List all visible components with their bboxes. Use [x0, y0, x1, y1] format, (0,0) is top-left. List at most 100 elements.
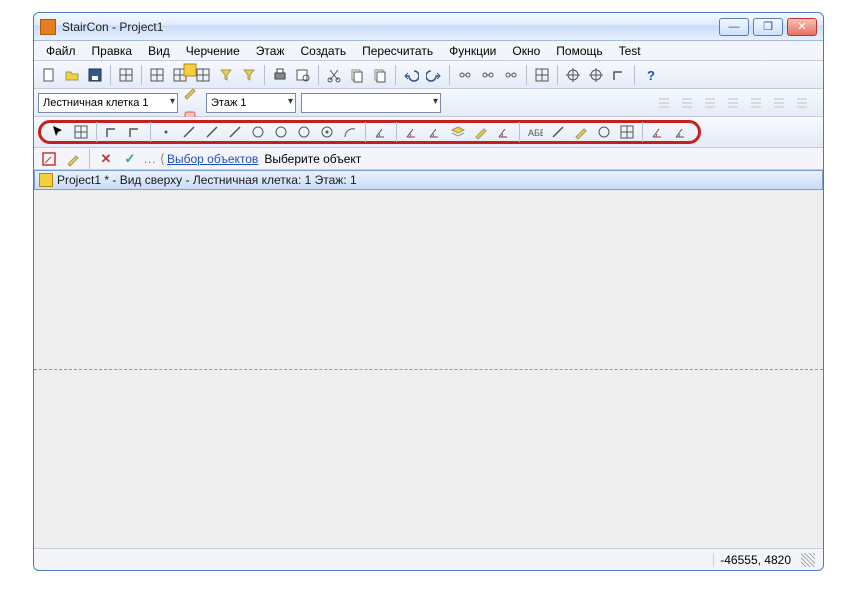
- help-icon[interactable]: ?: [639, 64, 661, 86]
- preview-icon[interactable]: [292, 64, 314, 86]
- separator-icon: [110, 65, 111, 85]
- new-icon[interactable]: [38, 64, 60, 86]
- drawing-toolbar-highlighted: АБВ: [38, 120, 701, 144]
- circle2-icon[interactable]: [270, 121, 292, 143]
- erase-circle-icon[interactable]: [593, 121, 615, 143]
- separator-icon: [526, 65, 527, 85]
- titlebar[interactable]: StairCon - Project1 — ❐ ✕: [34, 13, 823, 41]
- measure-icon[interactable]: [670, 121, 692, 143]
- floor-dropdown[interactable]: Этаж 1: [206, 93, 296, 113]
- align-center-icon[interactable]: [676, 92, 698, 114]
- corner-icon[interactable]: [608, 64, 630, 86]
- angle-a-icon[interactable]: [401, 121, 423, 143]
- guide-line: [34, 369, 823, 370]
- arc-icon[interactable]: [339, 121, 361, 143]
- angle-mark-icon[interactable]: [493, 121, 515, 143]
- menu-создать[interactable]: Создать: [292, 42, 354, 60]
- link2-icon[interactable]: [477, 64, 499, 86]
- separator-icon: [96, 122, 97, 142]
- copy-icon[interactable]: [346, 64, 368, 86]
- pencil-icon[interactable]: [470, 121, 492, 143]
- circle1-icon[interactable]: [247, 121, 269, 143]
- minimize-button[interactable]: —: [719, 18, 749, 36]
- save-icon[interactable]: [84, 64, 106, 86]
- back-arrow-icon[interactable]: … ⟨: [143, 148, 165, 170]
- filter-icon[interactable]: [215, 64, 237, 86]
- edit-box-icon[interactable]: [38, 148, 60, 170]
- line2-icon[interactable]: [201, 121, 223, 143]
- selection-status-row: ✕ ✓ … ⟨ Выбор объектов Выберите объект: [34, 148, 823, 170]
- paste-icon[interactable]: [369, 64, 391, 86]
- separator-icon: [634, 65, 635, 85]
- cone-icon[interactable]: [238, 64, 260, 86]
- circle3-icon[interactable]: [293, 121, 315, 143]
- separator-icon: [395, 65, 396, 85]
- grid1-icon[interactable]: [146, 64, 168, 86]
- target-icon[interactable]: [316, 121, 338, 143]
- menu-вид[interactable]: Вид: [140, 42, 178, 60]
- distribute-icon[interactable]: [745, 92, 767, 114]
- window-title: StairCon - Project1: [62, 20, 163, 34]
- link1-icon[interactable]: [454, 64, 476, 86]
- layers-icon[interactable]: [447, 121, 469, 143]
- cursor-coordinates: -46555, 4820: [713, 553, 797, 567]
- xline-icon[interactable]: [224, 121, 246, 143]
- menu-правка[interactable]: Правка: [84, 42, 141, 60]
- corner-b-icon[interactable]: [124, 121, 146, 143]
- menubar: ФайлПравкаВидЧерчениеЭтажСоздатьПересчит…: [34, 41, 823, 61]
- align-v-icon[interactable]: [768, 92, 790, 114]
- close-button[interactable]: ✕: [787, 18, 817, 36]
- separator-icon: [89, 149, 90, 169]
- sel-yellow-icon[interactable]: [179, 59, 201, 81]
- selection-mode-link[interactable]: Выбор объектов: [167, 152, 258, 166]
- maximize-button[interactable]: ❐: [753, 18, 783, 36]
- confirm-check-icon[interactable]: ✓: [119, 148, 141, 170]
- document-titlebar[interactable]: Project1 * - Вид сверху - Лестничная кле…: [34, 170, 823, 190]
- cut-icon[interactable]: [323, 64, 345, 86]
- pointer-icon[interactable]: [47, 121, 69, 143]
- corner-a-icon[interactable]: [101, 121, 123, 143]
- angle-b-icon[interactable]: [424, 121, 446, 143]
- resize-grip-icon[interactable]: [801, 553, 815, 567]
- snap-grid-icon[interactable]: [70, 121, 92, 143]
- stairwell-dropdown[interactable]: Лестничная клетка 1: [38, 93, 178, 113]
- perp-icon[interactable]: [370, 121, 392, 143]
- zigzag-icon[interactable]: [647, 121, 669, 143]
- redo-icon[interactable]: [423, 64, 445, 86]
- cancel-x-icon[interactable]: ✕: [95, 148, 117, 170]
- link3-icon[interactable]: [500, 64, 522, 86]
- line1-icon[interactable]: [178, 121, 200, 143]
- align-right-icon[interactable]: [699, 92, 721, 114]
- menu-функции[interactable]: Функции: [441, 42, 504, 60]
- menu-черчение[interactable]: Черчение: [178, 42, 248, 60]
- extra-dropdown[interactable]: [301, 93, 441, 113]
- menu-пересчитать[interactable]: Пересчитать: [354, 42, 441, 60]
- dot1-icon[interactable]: [155, 121, 177, 143]
- separator-icon: [396, 122, 397, 142]
- text-abv-icon[interactable]: АБВ: [524, 121, 546, 143]
- sel-pencil-icon[interactable]: [179, 81, 201, 103]
- print-icon[interactable]: [269, 64, 291, 86]
- align-left-icon[interactable]: [653, 92, 675, 114]
- menu-этаж[interactable]: Этаж: [248, 42, 293, 60]
- box-link-icon[interactable]: [531, 64, 553, 86]
- slash-a-icon[interactable]: [547, 121, 569, 143]
- drawing-canvas[interactable]: [34, 190, 823, 548]
- menu-test[interactable]: Test: [611, 42, 649, 60]
- menu-окно[interactable]: Окно: [504, 42, 548, 60]
- props-icon[interactable]: [115, 64, 137, 86]
- pencil2-icon[interactable]: [570, 121, 592, 143]
- open-icon[interactable]: [61, 64, 83, 86]
- undo-icon[interactable]: [400, 64, 422, 86]
- anchor-icon[interactable]: [562, 64, 584, 86]
- menu-файл[interactable]: Файл: [38, 42, 84, 60]
- menu-помощь[interactable]: Помощь: [548, 42, 610, 60]
- align-top-icon[interactable]: [722, 92, 744, 114]
- stairwell-selected: Лестничная клетка 1: [43, 97, 149, 109]
- separator-icon: [365, 122, 366, 142]
- guide-icon[interactable]: [791, 92, 813, 114]
- separator-icon: [557, 65, 558, 85]
- box-angle-icon[interactable]: [616, 121, 638, 143]
- edit-pencil-icon[interactable]: [62, 148, 84, 170]
- crosshair-icon[interactable]: [585, 64, 607, 86]
